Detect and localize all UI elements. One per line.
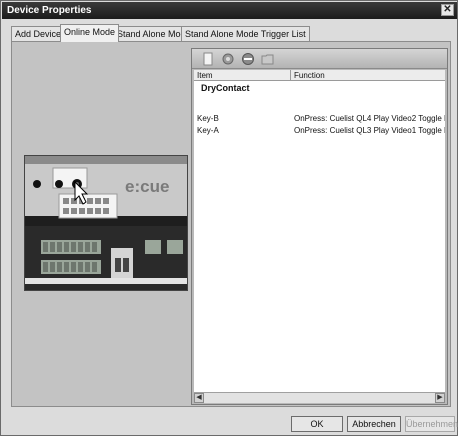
row-item: Key-B <box>197 114 219 123</box>
scroll-left-icon[interactable]: ◀ <box>194 393 204 403</box>
row-function: OnPress: Cuelist QL4 Play Video2 Toggle … <box>294 114 445 123</box>
column-header-item[interactable]: Item <box>197 71 213 80</box>
apply-button[interactable]: Übernehmen <box>405 416 458 432</box>
tab-stand-alone-trigger-list[interactable]: Stand Alone Mode Trigger List <box>181 26 310 41</box>
horizontal-scrollbar[interactable]: ◀ ▶ <box>194 392 445 403</box>
window-title: Device Properties <box>7 5 92 16</box>
row-item: Key-A <box>197 126 219 135</box>
device-image: e:cue <box>25 156 187 290</box>
tab-online-mode[interactable]: Online Mode <box>60 24 120 42</box>
gear-icon[interactable] <box>220 52 236 66</box>
close-button[interactable]: ✕ <box>441 4 454 16</box>
scroll-right-icon[interactable]: ▶ <box>435 393 445 403</box>
device-properties-dialog: Device Properties ✕ Add Device Online Mo… <box>0 0 458 436</box>
folder-icon[interactable] <box>260 52 276 66</box>
cancel-button[interactable]: Abbrechen <box>347 416 401 432</box>
table-row[interactable]: Key-A OnPress: Cuelist QL3 Play Video1 T… <box>194 126 445 138</box>
dialog-footer: OK Abbrechen Übernehmen <box>1 411 458 436</box>
close-icon: ✕ <box>443 4 452 15</box>
title-bar: Device Properties ✕ <box>2 2 457 19</box>
remove-icon[interactable] <box>240 52 256 66</box>
device-photo[interactable]: e:cue <box>24 155 188 291</box>
column-header-function[interactable]: Function <box>294 71 325 80</box>
table-row[interactable]: Key-B OnPress: Cuelist QL4 Play Video2 T… <box>194 114 445 126</box>
page-icon[interactable] <box>200 52 216 66</box>
tab-add-device[interactable]: Add Device <box>11 26 66 41</box>
trigger-list-panel: Item Function DryContact Key-B OnPress: … <box>191 48 448 405</box>
trigger-list: DryContact Key-B OnPress: Cuelist QL4 Pl… <box>194 81 445 392</box>
group-row-drycontact[interactable]: DryContact <box>201 83 250 93</box>
ok-button[interactable]: OK <box>291 416 343 432</box>
list-header: Item Function <box>194 70 445 81</box>
brand-label: e:cue <box>125 177 169 196</box>
list-toolbar <box>192 49 447 69</box>
row-function: OnPress: Cuelist QL3 Play Video1 Toggle … <box>294 126 445 135</box>
column-divider[interactable] <box>290 70 291 81</box>
